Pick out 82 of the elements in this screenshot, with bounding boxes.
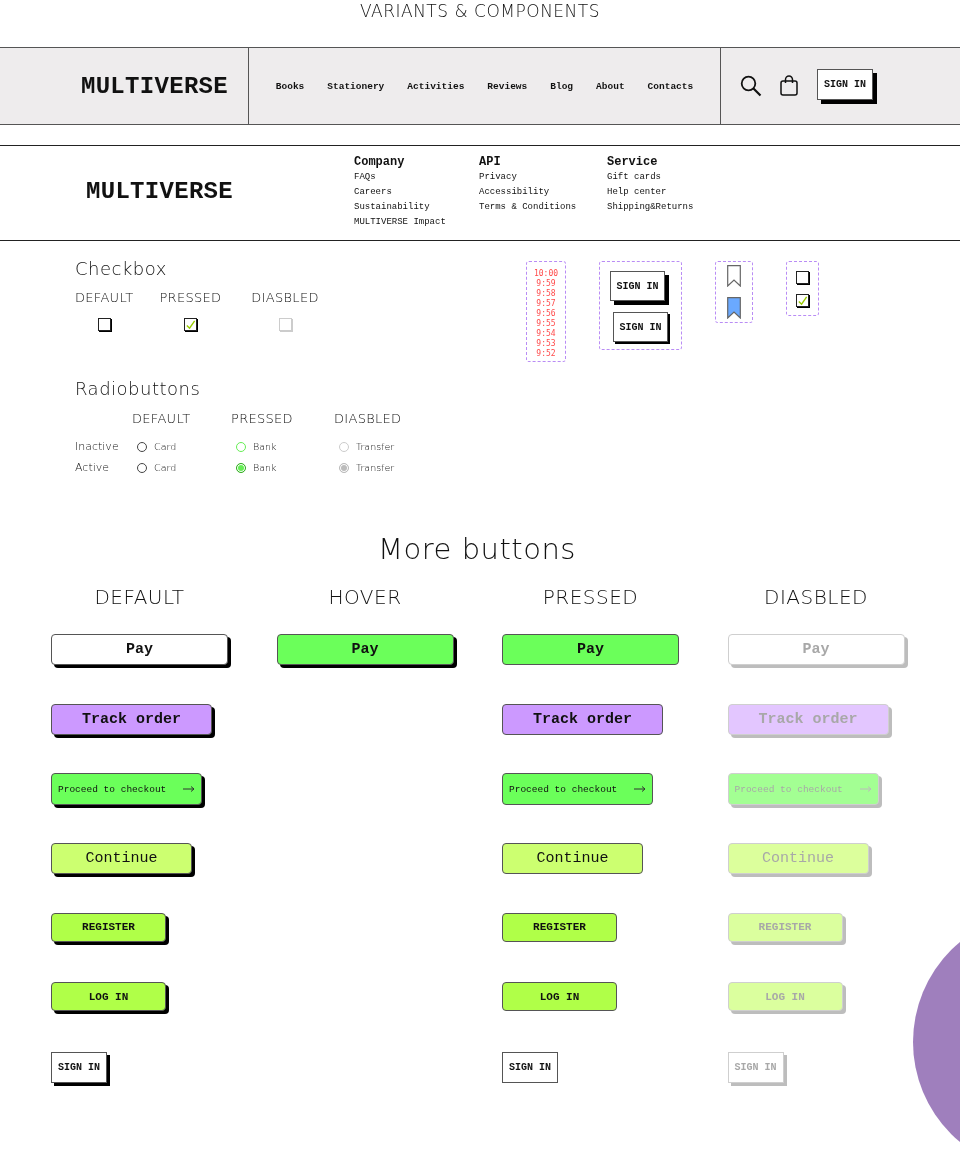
radio-button[interactable] <box>137 441 147 452</box>
shopping-bag-icon[interactable] <box>780 74 798 96</box>
action-button[interactable]: Track order <box>502 703 663 735</box>
row-label: Inactive <box>75 440 120 453</box>
nav-link[interactable]: Reviews <box>487 80 528 92</box>
state-label: PRESSED <box>159 290 222 305</box>
footer-heading: Company <box>354 155 406 169</box>
action-button[interactable]: Proceed to checkout <box>502 773 653 806</box>
nav-link[interactable]: Blog <box>550 80 574 92</box>
action-button[interactable]: REGISTER <box>502 912 617 942</box>
footer-heading: Service <box>607 155 659 169</box>
column-heading: PRESSED <box>541 585 640 609</box>
action-button[interactable]: LOG IN <box>502 982 617 1012</box>
section-title: Radiobuttons <box>75 378 202 399</box>
checkbox[interactable] <box>796 271 809 284</box>
radio-label: Transfer <box>356 441 395 452</box>
state-label: DEFAULT <box>132 411 192 426</box>
state-label: DEFAULT <box>75 290 134 305</box>
footer-link[interactable]: Careers <box>354 185 479 200</box>
footer-link[interactable]: Privacy <box>479 170 607 185</box>
logo[interactable]: MULTIVERSE <box>80 72 228 100</box>
action-button[interactable]: Proceed to checkout <box>51 773 202 806</box>
nav-link[interactable]: Books <box>275 80 305 92</box>
checkbox[interactable] <box>183 318 197 331</box>
action-button[interactable]: REGISTER <box>51 912 166 942</box>
radio-label: Transfer <box>356 462 395 473</box>
action-button[interactable]: Pay <box>276 634 454 665</box>
footer-link[interactable]: Gift cards <box>607 170 694 185</box>
footer-link[interactable]: Accessibility <box>479 185 607 200</box>
bookmark-icon[interactable] <box>727 297 741 319</box>
sign-in-button[interactable]: SIGN IN <box>613 312 668 342</box>
checkbox[interactable] <box>796 294 809 307</box>
timer-value: 9:54 <box>536 329 556 339</box>
timer-value: 9:52 <box>536 349 556 359</box>
timer-value: 10:00 <box>533 269 559 279</box>
footer-link[interactable]: MULTIVERSE Impact <box>354 215 479 230</box>
footer-link[interactable]: Shipping&Returns <box>607 200 694 215</box>
action-button[interactable]: SIGN IN <box>502 1052 558 1084</box>
action-button[interactable]: Continue <box>51 843 192 875</box>
footer-link[interactable]: Sustainability <box>354 200 479 215</box>
timer-value: 9:53 <box>536 339 556 349</box>
section-title: Checkbox <box>75 258 168 279</box>
bookmark-icon[interactable] <box>727 265 741 287</box>
action-button[interactable]: Pay <box>51 634 228 665</box>
action-button[interactable]: Track order <box>51 703 212 735</box>
state-label: PRESSED <box>231 411 294 426</box>
timer-value: 9:56 <box>536 309 556 319</box>
column-heading: HOVER <box>327 585 403 609</box>
state-label: DIASBLED <box>251 290 319 305</box>
footer-link[interactable]: Terms & Conditions <box>479 200 607 215</box>
action-button[interactable]: Pay <box>502 634 679 665</box>
row-label: Active <box>75 461 111 474</box>
arrow-icon <box>183 786 195 793</box>
nav-link[interactable]: About <box>596 80 625 92</box>
checkbox[interactable] <box>97 318 111 331</box>
timer-value: 9:59 <box>536 279 556 289</box>
nav-link[interactable]: Activities <box>407 80 465 92</box>
search-icon[interactable] <box>740 75 762 97</box>
column-heading: DIASBLED <box>763 585 869 609</box>
column-heading: DEFAULT <box>93 585 186 609</box>
page-title: VARIANTS & COMPONENTS <box>359 0 601 23</box>
radio-label: Bank <box>253 441 277 452</box>
arrow-icon <box>859 786 872 793</box>
timer-value: 9:57 <box>536 299 556 309</box>
arrow-icon <box>634 786 646 793</box>
action-button[interactable]: Continue <box>502 843 643 875</box>
radio-label: Bank <box>253 462 277 473</box>
footer-heading: API <box>479 155 502 169</box>
footer-link[interactable]: Help center <box>607 185 694 200</box>
section-title: More buttons <box>377 532 577 566</box>
radio-button[interactable] <box>137 462 147 473</box>
radio-label: Card <box>154 441 177 452</box>
logo[interactable]: MULTIVERSE <box>86 178 354 205</box>
radio-label: Card <box>154 462 177 473</box>
state-label: DIASBLED <box>334 411 403 426</box>
nav-link[interactable]: Contacts <box>647 80 694 92</box>
timer-value: 9:55 <box>536 319 556 329</box>
action-button[interactable]: LOG IN <box>51 982 166 1012</box>
timer-value: 9:58 <box>536 289 556 299</box>
footer-link[interactable]: FAQs <box>354 170 479 185</box>
nav-link[interactable]: Stationery <box>327 80 385 92</box>
action-button[interactable]: SIGN IN <box>51 1052 107 1084</box>
